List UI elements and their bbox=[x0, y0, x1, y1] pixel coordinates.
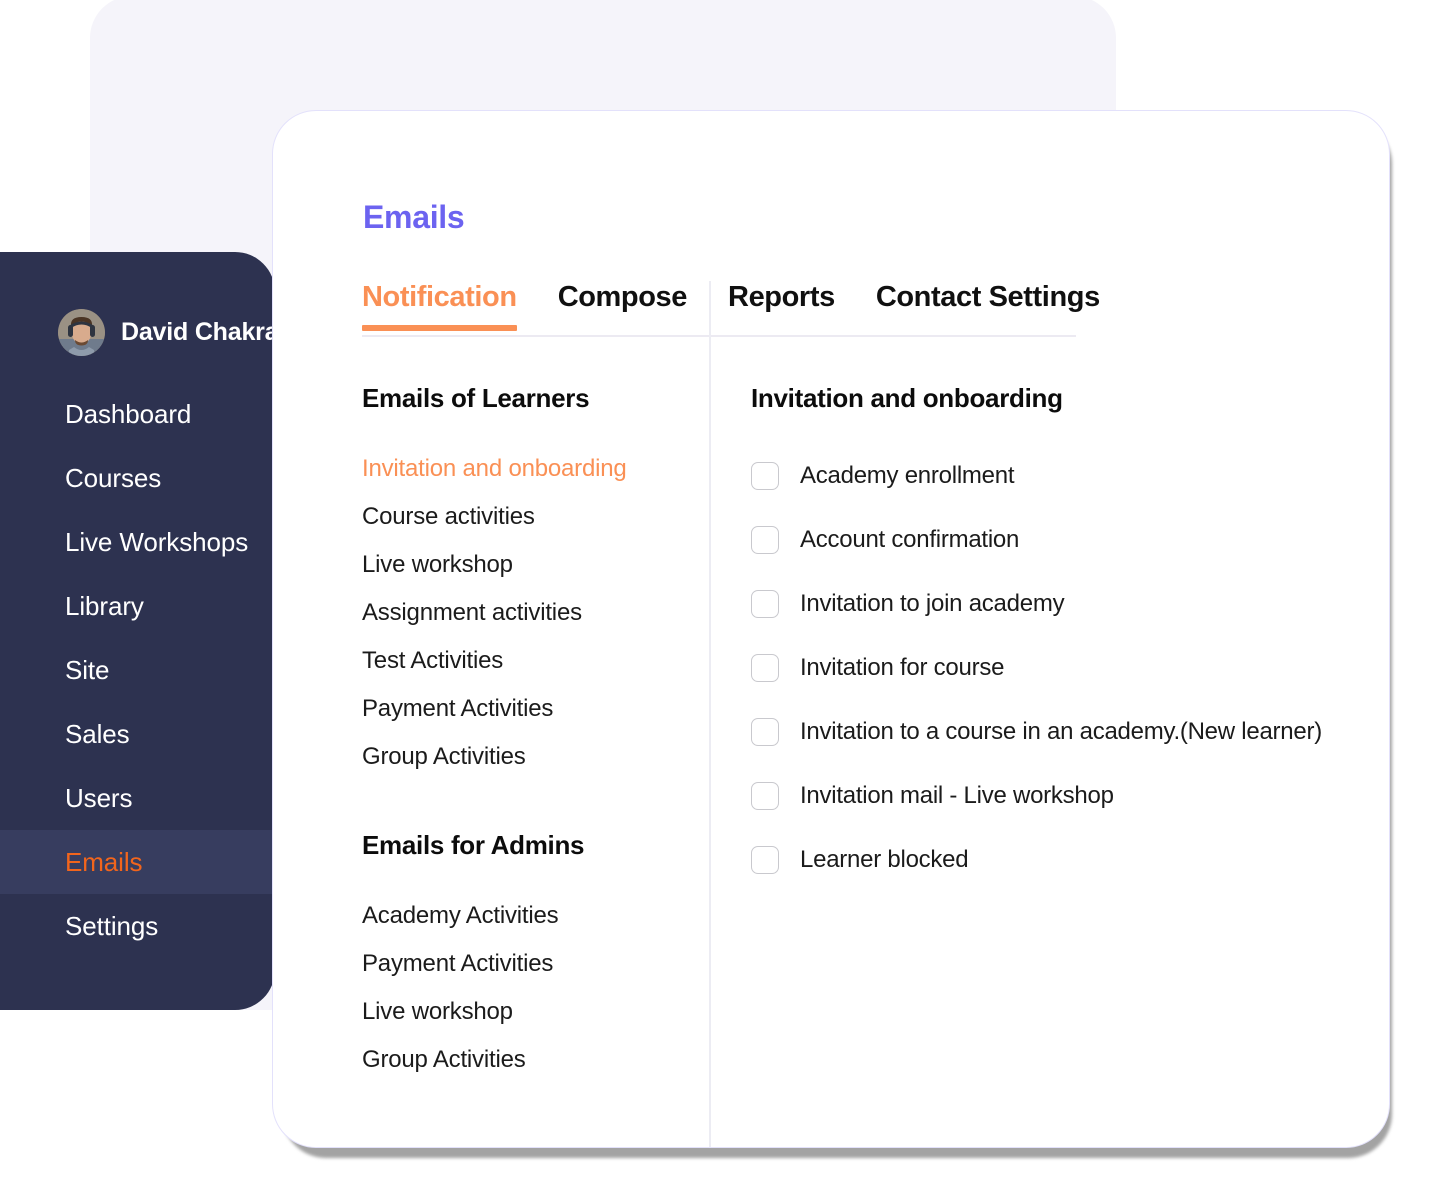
sidebar-item-emails[interactable]: Emails bbox=[0, 830, 275, 894]
sidebar-item-label: Emails bbox=[65, 846, 143, 877]
option-label: Invitation mail - Live workshop bbox=[800, 782, 1114, 809]
option-label: Learner blocked bbox=[800, 846, 969, 873]
sidebar-item-users[interactable]: Users bbox=[0, 766, 275, 830]
sidebar-item-live-workshops[interactable]: Live Workshops bbox=[0, 510, 275, 574]
screenshot-stage: David Chakra Dashboard Courses Live Work… bbox=[0, 0, 1437, 1198]
option-row-invitation-course-new-learner[interactable]: Invitation to a course in an academy.(Ne… bbox=[751, 700, 1351, 764]
nav-link-course-activities[interactable]: Course activities bbox=[362, 493, 692, 541]
tab-bar: Notification Compose Reports Contact Set… bbox=[362, 281, 1100, 331]
sidebar-item-courses[interactable]: Courses bbox=[0, 446, 275, 510]
nav-link-assignment-activities[interactable]: Assignment activities bbox=[362, 589, 692, 637]
option-row-learner-blocked[interactable]: Learner blocked bbox=[751, 828, 1351, 892]
sidebar-item-label: Live Workshops bbox=[65, 526, 249, 557]
sidebar-item-label: Dashboard bbox=[65, 398, 192, 429]
tab-reports[interactable]: Reports bbox=[728, 281, 835, 331]
sidebar-item-label: Library bbox=[65, 590, 144, 621]
checkbox-academy-enrollment[interactable] bbox=[751, 462, 779, 490]
emails-panel: Emails Notification Compose Reports Cont… bbox=[272, 110, 1390, 1148]
sidebar-user-profile[interactable]: David Chakra bbox=[0, 252, 275, 360]
nav-link-admin-academy-activities[interactable]: Academy Activities bbox=[362, 892, 692, 940]
notification-group-heading: Invitation and onboarding bbox=[751, 383, 1063, 413]
sidebar-username: David Chakra bbox=[121, 318, 275, 346]
option-row-account-confirmation[interactable]: Account confirmation bbox=[751, 508, 1351, 572]
nav-link-admin-live-workshop[interactable]: Live workshop bbox=[362, 988, 692, 1036]
nav-link-admin-payment-activities[interactable]: Payment Activities bbox=[362, 940, 692, 988]
sidebar-item-label: Site bbox=[65, 654, 110, 685]
user-avatar-photo-icon bbox=[58, 309, 105, 356]
nav-link-admin-group-activities[interactable]: Group Activities bbox=[362, 1036, 692, 1084]
sidebar-item-label: Sales bbox=[65, 718, 130, 749]
option-row-invitation-mail-live-workshop[interactable]: Invitation mail - Live workshop bbox=[751, 764, 1351, 828]
checkbox-invitation-mail-live-workshop[interactable] bbox=[751, 782, 779, 810]
checkbox-invitation-to-join-academy[interactable] bbox=[751, 590, 779, 618]
nav-link-live-workshop[interactable]: Live workshop bbox=[362, 541, 692, 589]
option-label: Account confirmation bbox=[800, 526, 1020, 553]
option-label: Invitation to a course in an academy.(Ne… bbox=[800, 718, 1322, 745]
option-label: Academy enrollment bbox=[800, 462, 1015, 489]
sidebar-item-dashboard[interactable]: Dashboard bbox=[0, 382, 275, 446]
checkbox-learner-blocked[interactable] bbox=[751, 846, 779, 874]
checkbox-invitation-for-course[interactable] bbox=[751, 654, 779, 682]
nav-link-invitation-and-onboarding[interactable]: Invitation and onboarding bbox=[362, 445, 692, 493]
tab-notification[interactable]: Notification bbox=[362, 281, 517, 331]
tab-label: Compose bbox=[557, 281, 688, 313]
email-category-nav: Emails of Learners Invitation and onboar… bbox=[362, 383, 692, 1084]
option-row-invitation-to-join-academy[interactable]: Invitation to join academy bbox=[751, 572, 1351, 636]
nav-link-payment-activities[interactable]: Payment Activities bbox=[362, 685, 692, 733]
sidebar-item-settings[interactable]: Settings bbox=[0, 894, 275, 958]
tab-compose[interactable]: Compose bbox=[557, 281, 688, 331]
tab-bar-divider bbox=[362, 335, 1076, 337]
section-heading-emails-for-admins: Emails for Admins bbox=[362, 830, 585, 860]
tab-label: Notification bbox=[362, 281, 517, 313]
page-title: Emails bbox=[363, 199, 465, 235]
option-label: Invitation for course bbox=[800, 654, 1005, 681]
checkbox-invitation-course-new-learner[interactable] bbox=[751, 718, 779, 746]
nav-link-group-activities[interactable]: Group Activities bbox=[362, 733, 692, 781]
option-row-academy-enrollment[interactable]: Academy enrollment bbox=[751, 444, 1351, 508]
tab-contact-settings[interactable]: Contact Settings bbox=[876, 281, 1100, 331]
option-label: Invitation to join academy bbox=[800, 590, 1065, 617]
section-heading-emails-of-learners: Emails of Learners bbox=[362, 383, 590, 413]
notification-options-panel: Invitation and onboarding Academy enroll… bbox=[751, 383, 1351, 892]
tab-label: Reports bbox=[728, 281, 835, 313]
sidebar-item-sales[interactable]: Sales bbox=[0, 702, 275, 766]
app-sidebar: David Chakra Dashboard Courses Live Work… bbox=[0, 252, 275, 1010]
checkbox-account-confirmation[interactable] bbox=[751, 526, 779, 554]
sidebar-item-label: Users bbox=[65, 782, 133, 813]
nav-link-test-activities[interactable]: Test Activities bbox=[362, 637, 692, 685]
tab-label: Contact Settings bbox=[875, 281, 1100, 313]
sidebar-item-label: Settings bbox=[65, 910, 159, 941]
sidebar-item-site[interactable]: Site bbox=[0, 638, 275, 702]
sidebar-item-label: Courses bbox=[65, 462, 162, 493]
option-row-invitation-for-course[interactable]: Invitation for course bbox=[751, 636, 1351, 700]
sidebar-item-library[interactable]: Library bbox=[0, 574, 275, 638]
column-divider bbox=[709, 281, 711, 1147]
sidebar-nav: Dashboard Courses Live Workshops Library… bbox=[0, 382, 275, 958]
